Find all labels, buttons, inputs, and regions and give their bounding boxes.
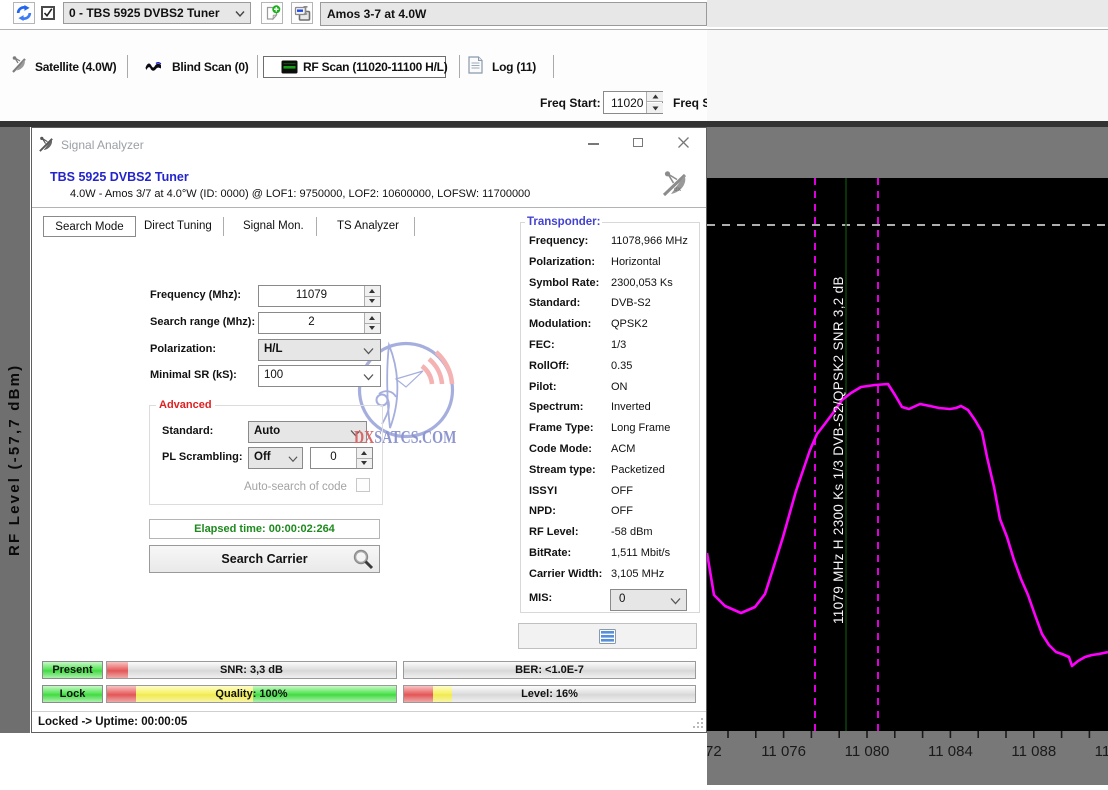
svg-text:11 084: 11 084: [928, 743, 973, 760]
svg-text:11 076: 11 076: [761, 743, 806, 760]
svg-text:11 092: 11 092: [1095, 743, 1108, 760]
svg-text:dx: dx: [674, 187, 682, 193]
svg-text:11 080: 11 080: [845, 743, 890, 760]
svg-text:72: 72: [707, 743, 722, 760]
svg-text:11 088: 11 088: [1011, 743, 1056, 760]
svg-text:11079 MHz H 2300 Ks 1/3 DVB-S2: 11079 MHz H 2300 Ks 1/3 DVB-S2/QPSK2 SNR…: [831, 276, 846, 624]
